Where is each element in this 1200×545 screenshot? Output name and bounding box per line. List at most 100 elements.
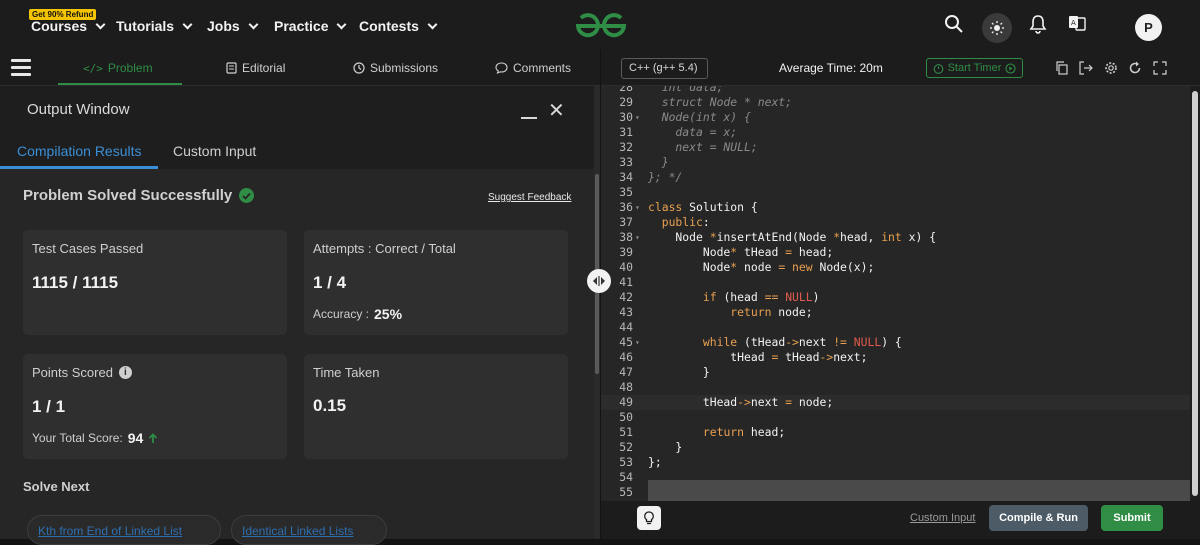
search-icon[interactable] bbox=[944, 14, 964, 34]
code-line[interactable]: 47 } bbox=[601, 365, 1191, 380]
nav-practice-label: Practice bbox=[274, 18, 329, 34]
lightbulb-icon[interactable] bbox=[637, 506, 661, 530]
solve-next-heading: Solve Next bbox=[23, 479, 90, 494]
code-line[interactable]: 43 return node; bbox=[601, 305, 1191, 320]
code-line[interactable]: 30 ▾ Node(int x) { bbox=[601, 110, 1191, 125]
tab-compilation-results[interactable]: Compilation Results bbox=[17, 143, 142, 159]
code-line[interactable]: 39 Node* tHead = head; bbox=[601, 245, 1191, 260]
nav-contests[interactable]: Contests bbox=[359, 18, 438, 34]
upload-icon[interactable] bbox=[1079, 61, 1093, 75]
menu-icon[interactable] bbox=[11, 59, 31, 76]
code-line[interactable]: 44 bbox=[601, 320, 1191, 335]
translate-icon[interactable]: A bbox=[1068, 14, 1086, 32]
line-number: 28 bbox=[619, 86, 633, 94]
avatar[interactable]: P bbox=[1135, 14, 1162, 41]
code-line[interactable]: 40 Node* node = new Node(x); bbox=[601, 260, 1191, 275]
code-line[interactable]: 31 data = x; bbox=[601, 125, 1191, 140]
close-icon[interactable]: ✕ bbox=[548, 101, 565, 121]
custom-input-link[interactable]: Custom Input bbox=[910, 512, 975, 524]
line-number: 33 bbox=[619, 155, 633, 169]
code-line[interactable]: 49 tHead->next = node; bbox=[601, 395, 1191, 410]
fold-arrow-icon[interactable]: ▾ bbox=[635, 110, 640, 125]
code-line[interactable]: 48 bbox=[601, 380, 1191, 395]
code-line[interactable]: 45 ▾ while (tHead->next != NULL) { bbox=[601, 335, 1191, 350]
code-line[interactable]: 34}; */ bbox=[601, 170, 1191, 185]
line-number: 45 bbox=[619, 335, 633, 349]
code-line[interactable]: 38 ▾ Node *insertAtEnd(Node *head, int x)… bbox=[601, 230, 1191, 245]
line-number: 52 bbox=[619, 440, 633, 454]
tab-problem[interactable]: </> Problem bbox=[83, 61, 153, 75]
accuracy-value: 25% bbox=[374, 306, 403, 322]
points-label-row: Points Scored i bbox=[32, 365, 132, 380]
code-line[interactable]: 42 if (head == NULL) bbox=[601, 290, 1191, 305]
nav-courses[interactable]: Courses bbox=[31, 18, 106, 34]
code-text: Node* node = new Node(x); bbox=[648, 260, 875, 274]
code-text: while (tHead->next != NULL) { bbox=[702, 335, 902, 349]
editor-scrollbar[interactable] bbox=[1190, 86, 1200, 501]
points-label: Points Scored bbox=[32, 365, 113, 380]
code-text: tHead->next = node; bbox=[648, 395, 834, 409]
bell-icon[interactable] bbox=[1029, 14, 1047, 34]
total-score-label: Your Total Score: bbox=[32, 431, 123, 445]
problem-tabbar: </> Problem Editorial Submissions Commen… bbox=[0, 50, 600, 86]
copy-icon[interactable] bbox=[1055, 61, 1069, 75]
tab-comments-label: Comments bbox=[513, 61, 572, 75]
code-line[interactable]: 54 bbox=[601, 470, 1191, 485]
nav-practice[interactable]: Practice bbox=[274, 18, 347, 34]
code-text: tHead = tHead->next; bbox=[648, 350, 868, 364]
start-timer-button[interactable]: Start Timer bbox=[926, 58, 1023, 78]
timer-icon bbox=[933, 63, 943, 74]
gfg-logo[interactable] bbox=[574, 12, 628, 40]
code-line[interactable]: 41 bbox=[601, 275, 1191, 290]
code-editor[interactable]: 28 int data; 29 struct Node * next; 30 ▾ No… bbox=[601, 86, 1200, 501]
fold-arrow-icon[interactable]: ▾ bbox=[635, 335, 640, 350]
code-line[interactable]: 28 int data; bbox=[601, 86, 1191, 95]
theme-toggle-button[interactable] bbox=[982, 13, 1012, 43]
tab-problem-label: Problem bbox=[107, 61, 153, 75]
solve-next-chip[interactable]: Identical Linked Lists bbox=[231, 515, 387, 545]
check-circle-icon bbox=[239, 188, 255, 203]
chevron-down-icon bbox=[427, 19, 438, 29]
line-number: 54 bbox=[619, 470, 633, 484]
tab-submissions[interactable]: Submissions bbox=[353, 61, 438, 75]
code-text: Node* tHead = head; bbox=[648, 245, 834, 259]
nav-tutorials[interactable]: Tutorials bbox=[116, 18, 193, 34]
code-line[interactable]: 29 struct Node * next; bbox=[601, 95, 1191, 110]
code-line[interactable]: 50 bbox=[601, 410, 1191, 425]
tab-editorial[interactable]: Editorial bbox=[226, 61, 285, 75]
chevron-down-icon bbox=[248, 19, 259, 29]
fold-arrow-icon[interactable]: ▾ bbox=[635, 230, 640, 245]
code-line[interactable]: 37 public: bbox=[601, 215, 1191, 230]
code-line[interactable]: 36 ▾ class Solution { bbox=[601, 200, 1191, 215]
accuracy-label: Accuracy : bbox=[313, 307, 370, 321]
language-select[interactable]: C++ (g++ 5.4) bbox=[621, 58, 708, 79]
minimize-icon[interactable] bbox=[521, 117, 537, 119]
code-line[interactable]: 51 return head; bbox=[601, 425, 1191, 440]
gear-icon[interactable] bbox=[1104, 61, 1118, 75]
clock-icon bbox=[353, 62, 365, 74]
line-number: 47 bbox=[619, 365, 633, 379]
code-line[interactable]: 33 } bbox=[601, 155, 1191, 170]
output-tabs: Compilation Results Custom Input bbox=[0, 132, 594, 169]
fold-arrow-icon[interactable]: ▾ bbox=[635, 200, 640, 215]
left-scrollbar[interactable] bbox=[594, 86, 600, 539]
suggest-feedback-link[interactable]: Suggest Feedback bbox=[488, 192, 571, 203]
code-text: } bbox=[648, 365, 710, 379]
reset-icon[interactable] bbox=[1128, 61, 1142, 75]
compile-run-button[interactable]: Compile & Run bbox=[989, 505, 1088, 531]
code-line[interactable]: 55 bbox=[601, 485, 1191, 500]
code-line[interactable]: 32 next = NULL; bbox=[601, 140, 1191, 155]
fullscreen-icon[interactable] bbox=[1153, 61, 1167, 75]
code-line[interactable]: 52 } bbox=[601, 440, 1191, 455]
solve-next-chip[interactable]: Kth from End of Linked List bbox=[27, 515, 221, 545]
panel-resize-handle[interactable] bbox=[587, 269, 611, 293]
line-number: 46 bbox=[619, 350, 633, 364]
code-line[interactable]: 35 bbox=[601, 185, 1191, 200]
submit-button[interactable]: Submit bbox=[1101, 505, 1163, 531]
code-line[interactable]: 46 tHead = tHead->next; bbox=[601, 350, 1191, 365]
code-line[interactable]: 53}; bbox=[601, 455, 1191, 470]
tab-comments[interactable]: Comments bbox=[495, 61, 571, 75]
info-icon[interactable]: i bbox=[118, 366, 132, 379]
tab-custom-input[interactable]: Custom Input bbox=[173, 143, 256, 159]
nav-jobs[interactable]: Jobs bbox=[207, 18, 259, 34]
